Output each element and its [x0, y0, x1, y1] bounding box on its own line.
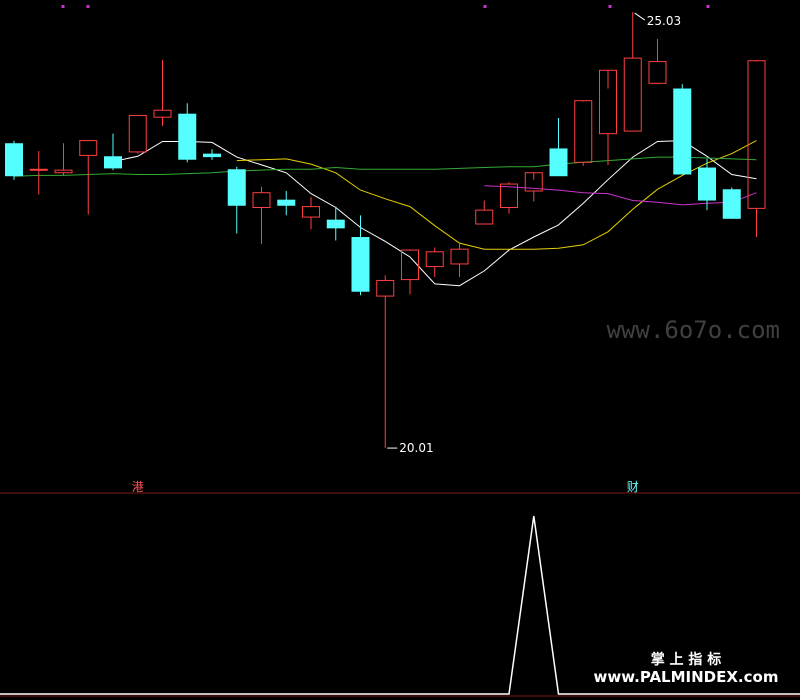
candle-body	[227, 169, 246, 206]
bottom-marker-label: 港	[132, 480, 144, 494]
footer-watermark-url: www.PALMINDEX.com	[594, 668, 779, 686]
candle	[722, 187, 741, 219]
footer-watermark-title: 掌 上 指 标	[651, 651, 722, 668]
candle-body	[277, 199, 296, 206]
candle-body	[722, 189, 741, 219]
stock-chart: 25.03 20.01 港 财 www.6o7o.com 掌 上 指 标 www.P…	[0, 0, 800, 700]
top-dot	[706, 5, 710, 8]
candle-body	[29, 168, 48, 171]
top-dot	[61, 5, 65, 8]
low-price-label: 20.01	[399, 441, 433, 455]
candle-body	[673, 88, 692, 175]
top-dot	[483, 5, 487, 8]
candle-body	[203, 153, 221, 158]
candle-body	[351, 237, 370, 292]
candle	[673, 84, 692, 175]
candle-body	[178, 113, 197, 160]
bottom-marker-label: 财	[627, 480, 639, 494]
candle	[5, 140, 23, 180]
high-price-label: 25.03	[647, 14, 681, 28]
main-watermark: www.6o7o.com	[607, 316, 780, 344]
candle-body	[549, 148, 568, 177]
top-dot	[86, 5, 90, 8]
candle-body	[104, 156, 122, 169]
top-dot	[608, 5, 612, 8]
candle-body	[698, 167, 716, 201]
candle-body	[326, 219, 345, 229]
candle-body	[5, 143, 23, 177]
